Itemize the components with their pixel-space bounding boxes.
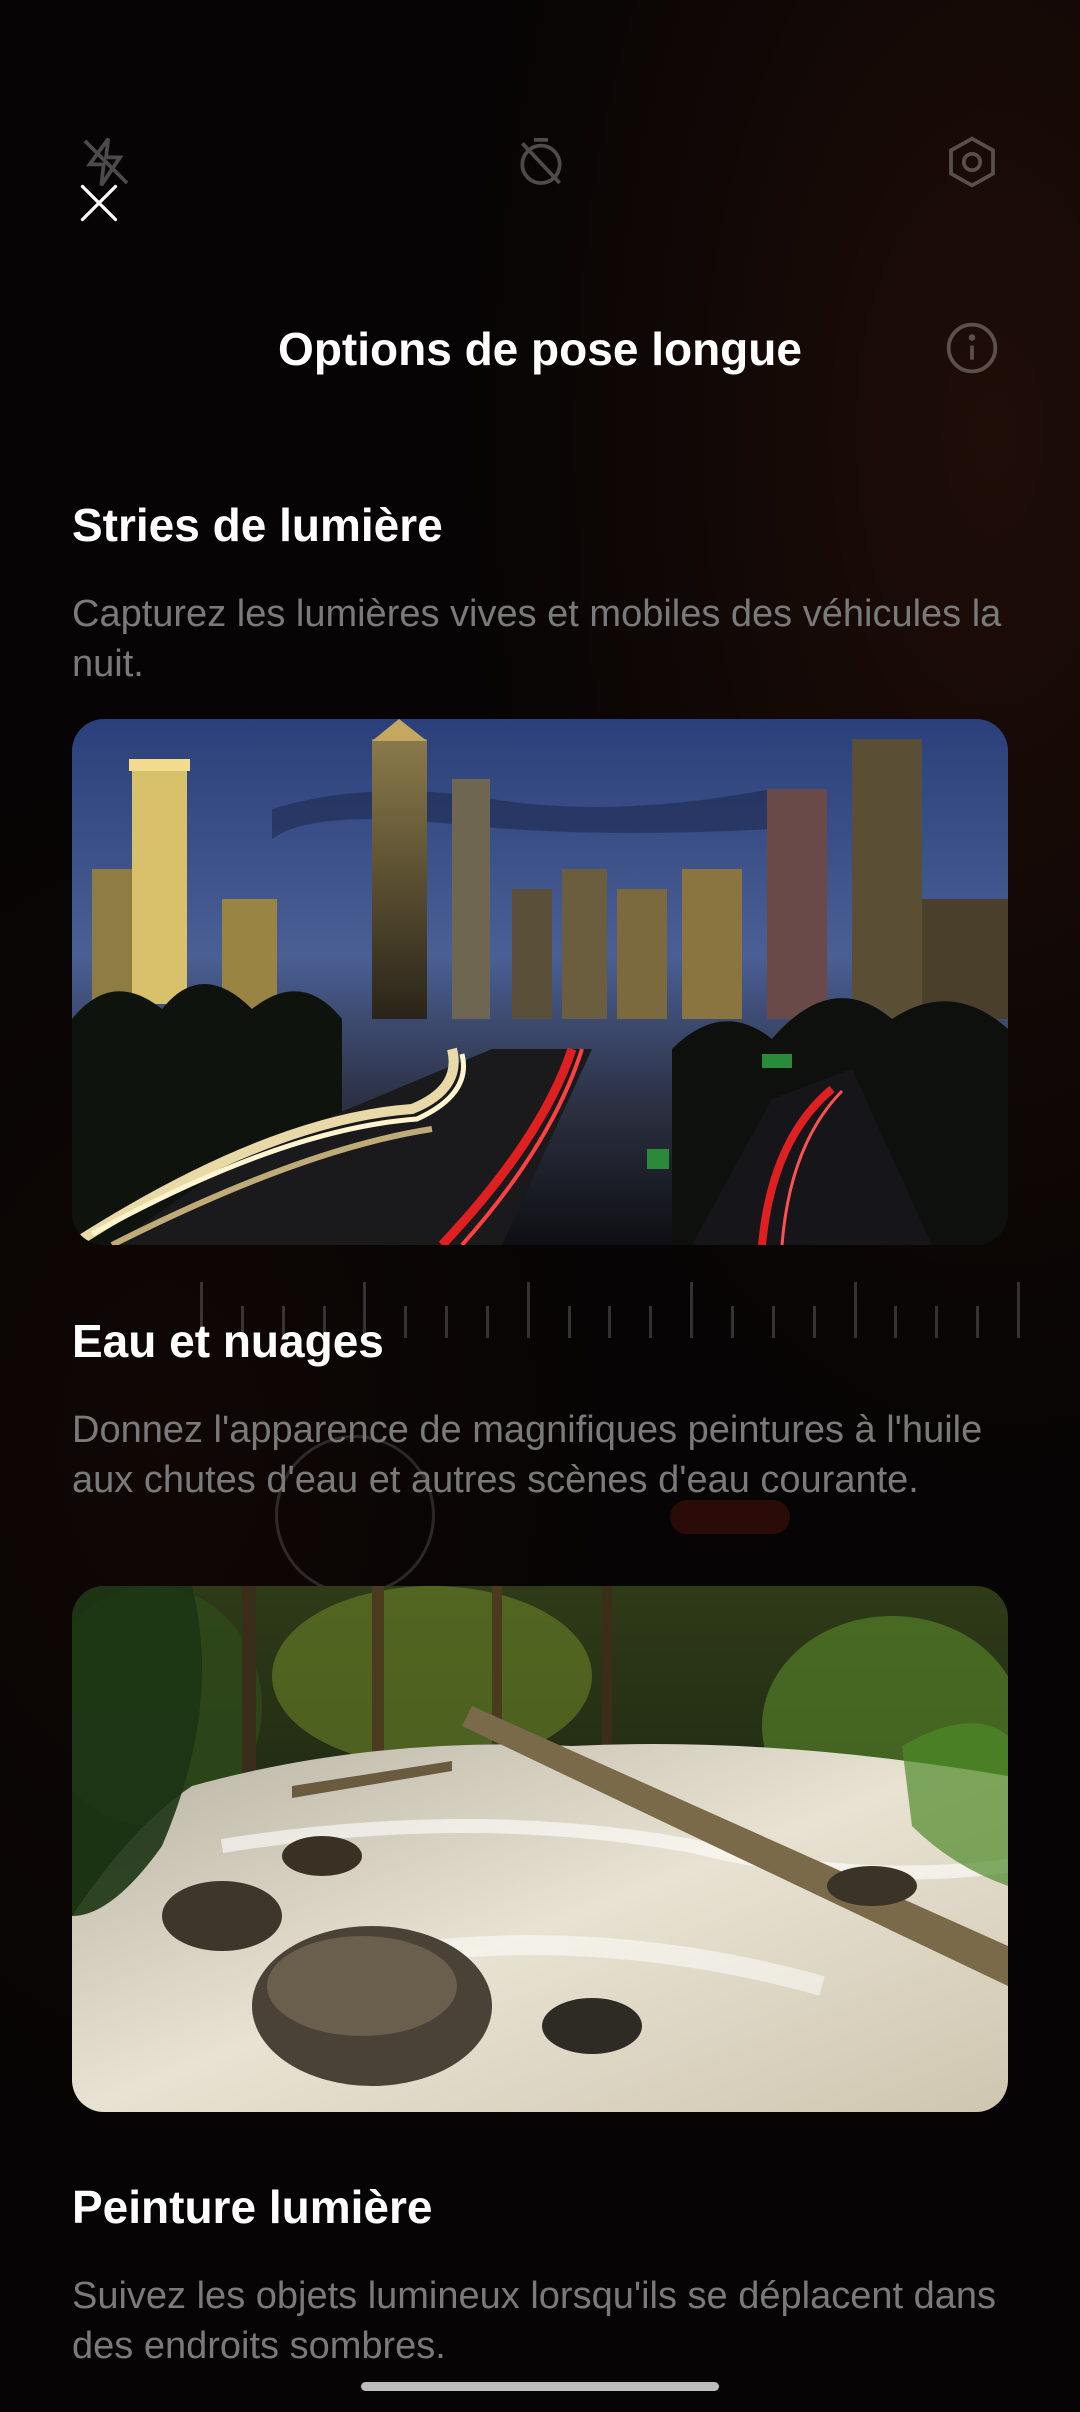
option-light-trails[interactable]: Stries de lumière Capturez les lumières …	[72, 495, 1008, 689]
option-description: Capturez les lumières vives et mobiles d…	[72, 593, 1002, 685]
option-description: Donnez l'apparence de magnifiques peintu…	[72, 1409, 983, 1501]
close-button[interactable]	[64, 168, 134, 238]
waterfall-preview-image	[72, 1586, 1008, 2112]
settings-hexagon-icon	[944, 134, 1000, 190]
option-title: Eau et nuages	[72, 1315, 384, 1367]
long-exposure-options-screen: Options de pose longue Stries de lumière…	[0, 0, 1080, 2412]
option-title: Peinture lumière	[72, 2181, 433, 2233]
home-indicator[interactable]	[361, 2382, 719, 2391]
light-trails-preview-image	[72, 719, 1008, 1245]
option-water-clouds[interactable]: Eau et nuages Donnez l'apparence de magn…	[72, 1311, 1008, 1505]
mode-badge-shadow	[670, 1500, 790, 1534]
page-title: Options de pose longue	[278, 323, 802, 375]
timer-off-icon	[513, 134, 569, 190]
option-title: Stries de lumière	[72, 499, 443, 551]
option-description: Suivez les objets lumineux lorsqu'ils se…	[72, 2275, 996, 2367]
close-icon	[80, 184, 118, 222]
option-light-painting[interactable]: Peinture lumière Suivez les objets lumin…	[72, 2177, 1008, 2371]
